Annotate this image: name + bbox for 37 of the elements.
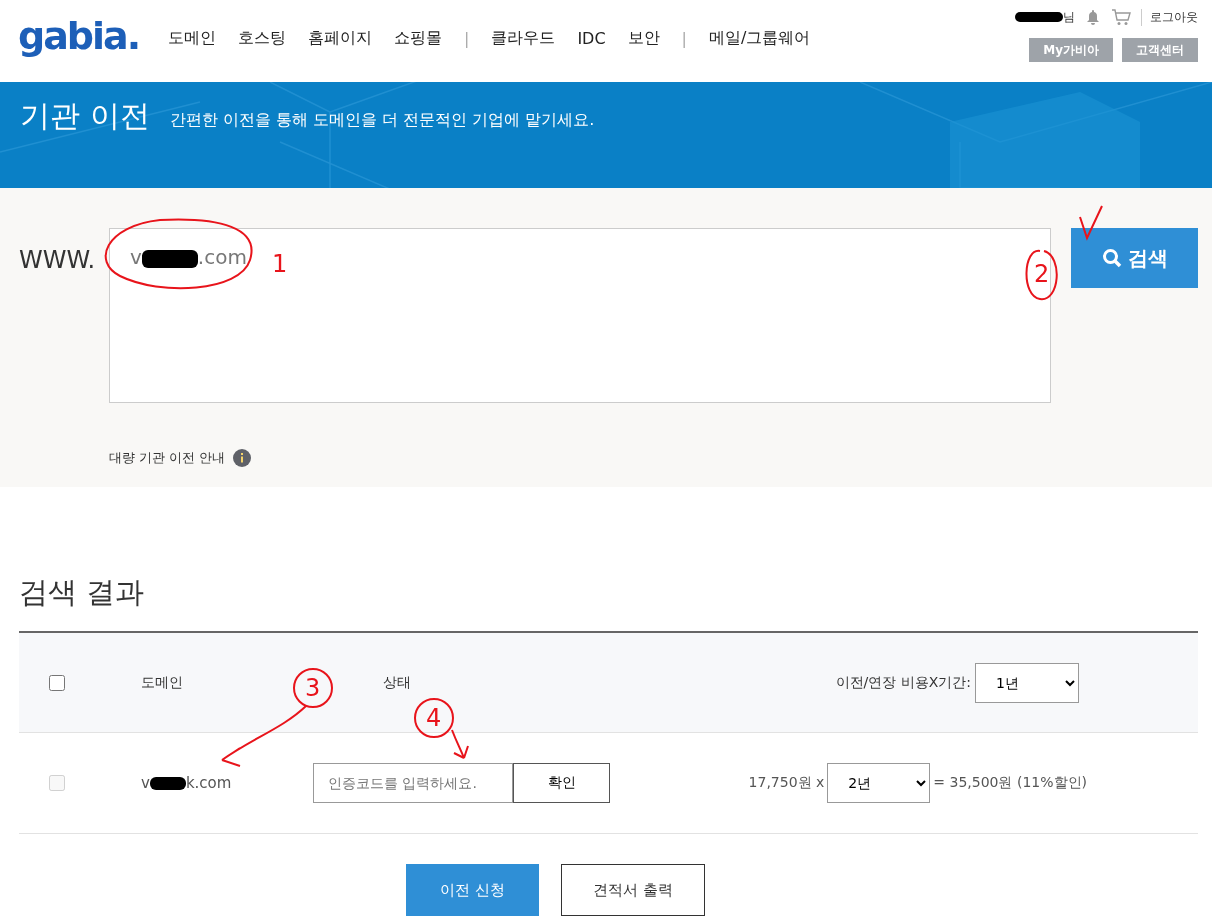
nav-link[interactable]: 메일/그룹웨어 (709, 28, 811, 49)
quote-print-button[interactable]: 견적서 출력 (561, 864, 705, 916)
unit-price: 17,750원 x (747, 774, 826, 792)
results-title: 검색 결과 (19, 574, 146, 611)
nav-link[interactable]: 보안 (627, 28, 660, 49)
nav-link[interactable]: 쇼핑몰 (394, 28, 442, 49)
cart-icon[interactable] (1111, 8, 1131, 26)
logout-link[interactable]: 로그아웃 (1141, 8, 1198, 26)
annotation-arrow (412, 698, 470, 760)
page-title: 기관 이전 (20, 97, 150, 135)
nav-link[interactable]: 호스팅 (238, 28, 286, 49)
nav-link[interactable]: IDC (577, 29, 606, 48)
search-icon (1101, 248, 1122, 268)
select-all-checkbox[interactable] (49, 674, 65, 691)
annotation-number: 2 (1034, 260, 1050, 288)
check-mark-icon (1078, 205, 1104, 241)
column-header: 도메인 (141, 673, 183, 692)
annotation-number: 1 (272, 250, 288, 278)
nav-link[interactable]: 클라우드 (491, 28, 556, 49)
domain-name: v k.com (141, 774, 233, 792)
nav-link[interactable]: 홈페이지 (308, 28, 372, 49)
bulk-transfer-link[interactable]: 대량 기관 이전 안내 (109, 449, 226, 467)
bell-icon[interactable] (1085, 9, 1101, 25)
page-subtitle: 간편한 이전을 통해 도메인을 더 전문적인 기업에 맡기세요. (169, 110, 595, 131)
info-icon[interactable] (233, 449, 252, 467)
gabia-logo[interactable]: gabia. (18, 14, 168, 58)
nav-separator: | (681, 29, 687, 48)
column-header: 상태 (383, 673, 412, 692)
annotation-number: 3 (305, 674, 321, 702)
total-price: = 35,500원 (11%할인) (932, 774, 1088, 792)
period-select[interactable]: 1년 (975, 662, 1079, 703)
annotation-number: 4 (426, 704, 442, 732)
user-name: 님 (1015, 8, 1075, 26)
nav-link[interactable]: 도메인 (168, 28, 216, 49)
nav-separator: | (464, 29, 470, 48)
www-prefix: WWW. (19, 246, 97, 276)
column-header: 이전/연장 비용X기간: (835, 673, 971, 692)
